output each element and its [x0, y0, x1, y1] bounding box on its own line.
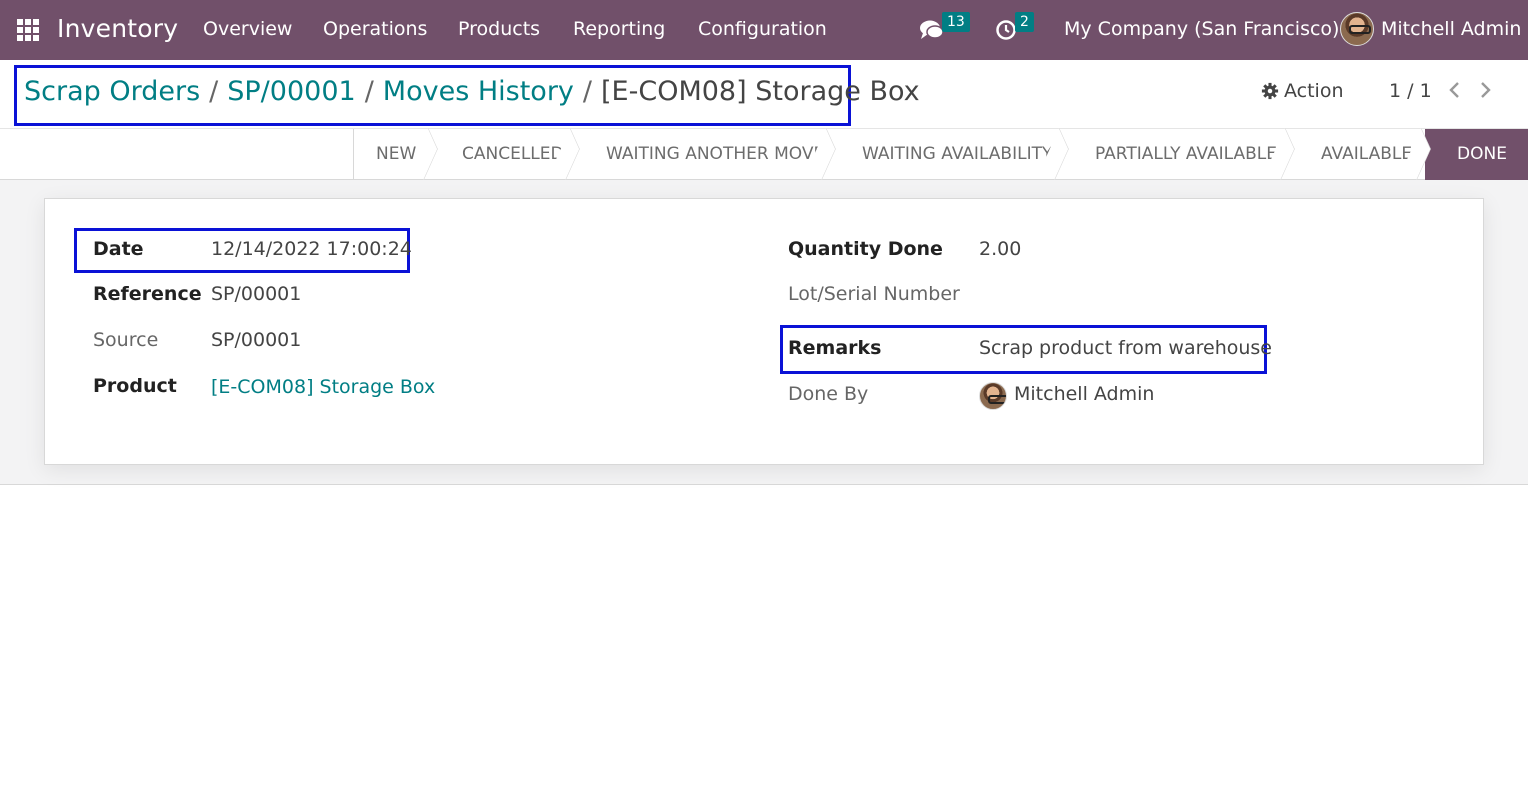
statusbar-row: NEW CANCELLED WAITING ANOTHER MOVE WAITI…	[0, 127, 1528, 181]
done-by-label: Done By	[788, 383, 869, 405]
breadcrumb-separator: /	[364, 76, 374, 107]
user-menu[interactable]: Mitchell Admin	[1340, 12, 1521, 46]
menu-reporting[interactable]: Reporting	[573, 18, 665, 40]
gear-icon	[1261, 82, 1279, 100]
remarks-label: Remarks	[788, 337, 882, 359]
stage-label: CANCELLED	[462, 144, 564, 164]
stage-label: PARTIALLY AVAILABLE	[1095, 144, 1277, 164]
breadcrumb-current: [E-COM08] Storage Box	[601, 76, 920, 107]
stage-label: AVAILABLE	[1321, 144, 1413, 164]
menu-configuration[interactable]: Configuration	[698, 18, 827, 40]
pager-value[interactable]: 1 / 1	[1389, 80, 1432, 102]
source-label: Source	[93, 329, 159, 351]
breadcrumb-scrap-reference[interactable]: SP/00001	[227, 76, 355, 107]
menu-products[interactable]: Products	[458, 18, 540, 40]
breadcrumb-scrap-orders[interactable]: Scrap Orders	[24, 76, 200, 107]
reference-label: Reference	[93, 283, 202, 305]
product-label: Product	[93, 375, 177, 397]
stage-cancelled[interactable]: CANCELLED	[432, 127, 580, 181]
stage-label: NEW	[376, 144, 417, 164]
date-value: 12/14/2022 17:00:24	[211, 238, 412, 260]
messages-count-badge: 13	[942, 12, 970, 32]
stage-waiting-another-move[interactable]: WAITING ANOTHER MOVE	[574, 127, 836, 181]
activities-count-badge: 2	[1015, 12, 1034, 32]
chevron-left-icon	[1449, 82, 1459, 98]
breadcrumb: Scrap Orders / SP/00001 / Moves History / [E-C…	[24, 76, 920, 107]
company-switcher[interactable]: My Company (San Francisco)	[1064, 18, 1339, 40]
activities-button[interactable]: 2	[995, 0, 1034, 60]
clock-icon	[996, 20, 1016, 40]
chat-icon	[920, 20, 944, 39]
user-name: Mitchell Admin	[1381, 18, 1522, 40]
messages-button[interactable]: 13	[918, 0, 970, 60]
stage-new[interactable]: NEW	[354, 127, 438, 181]
action-label: Action	[1284, 80, 1344, 102]
top-navbar: Inventory Overview Operations Products R…	[0, 0, 1528, 60]
lot-serial-label: Lot/Serial Number	[788, 283, 960, 305]
apps-menu-icon[interactable]	[17, 19, 39, 41]
source-value: SP/00001	[211, 329, 302, 351]
remarks-value: Scrap product from warehouse	[979, 337, 1272, 359]
product-link[interactable]: [E-COM08] Storage Box	[211, 376, 435, 398]
date-label: Date	[93, 238, 144, 260]
action-menu-button[interactable]: Action	[1261, 80, 1344, 102]
avatar	[979, 382, 1007, 410]
pager-next-button[interactable]	[1476, 80, 1496, 106]
stage-label: WAITING AVAILABILITY	[862, 144, 1053, 164]
breadcrumb-separator: /	[582, 76, 593, 107]
quantity-done-value: 2.00	[979, 238, 1022, 260]
breadcrumb-moves-history[interactable]: Moves History	[383, 76, 574, 107]
menu-overview[interactable]: Overview	[203, 18, 292, 40]
pager-previous-button[interactable]	[1444, 80, 1464, 106]
app-name[interactable]: Inventory	[57, 14, 178, 43]
reference-value: SP/00001	[211, 283, 302, 305]
stage-available[interactable]: AVAILABLE	[1289, 127, 1431, 181]
stage-partially-available[interactable]: PARTIALLY AVAILABLE	[1063, 127, 1295, 181]
stage-done[interactable]: DONE	[1425, 129, 1528, 180]
breadcrumb-separator: /	[209, 76, 219, 107]
chevron-right-icon	[1481, 82, 1491, 98]
menu-operations[interactable]: Operations	[323, 18, 427, 40]
stage-label: DONE	[1457, 144, 1507, 164]
status-bar: NEW CANCELLED WAITING ANOTHER MOVE WAITI…	[353, 127, 1528, 181]
stage-label: WAITING ANOTHER MOVE	[606, 144, 825, 164]
quantity-done-label: Quantity Done	[788, 238, 943, 260]
avatar	[1340, 12, 1374, 46]
stage-waiting-availability[interactable]: WAITING AVAILABILITY	[830, 127, 1069, 181]
done-by-value[interactable]: Mitchell Admin	[1014, 383, 1154, 405]
